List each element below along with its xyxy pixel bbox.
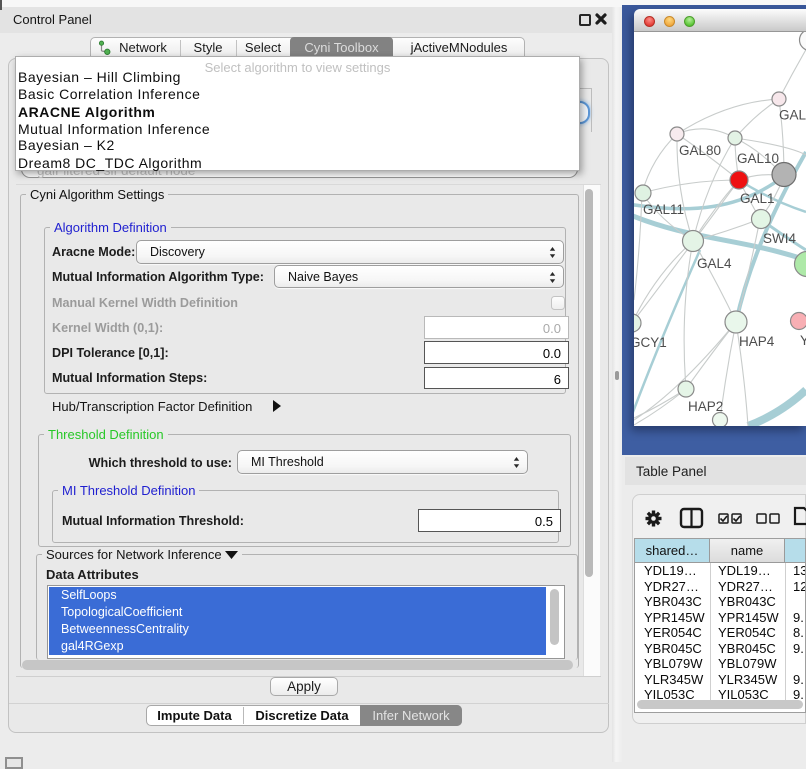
svg-text:GAL80: GAL80	[679, 143, 721, 158]
svg-text:SWI4: SWI4	[763, 231, 796, 246]
svg-text:HAP2: HAP2	[688, 399, 723, 414]
svg-text:GAL7: GAL7	[779, 108, 806, 123]
svg-text:GAL1: GAL1	[740, 191, 775, 206]
svg-text:GCY1: GCY1	[634, 335, 667, 350]
svg-text:HAP4: HAP4	[739, 334, 775, 349]
svg-text:GAL10: GAL10	[737, 151, 779, 166]
svg-text:GAL4: GAL4	[697, 256, 732, 271]
svg-text:Y: Y	[800, 333, 806, 348]
svg-text:GAL11: GAL11	[643, 202, 684, 217]
